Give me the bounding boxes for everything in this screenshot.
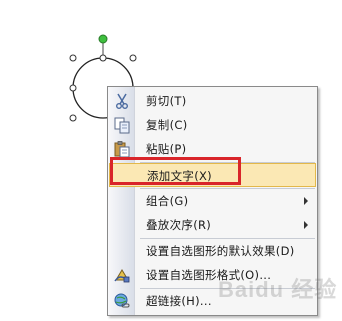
submenu-arrow-icon [304, 221, 308, 229]
menu-item-label: 设置自选图形的默认效果(D) [146, 244, 295, 258]
menu-item-label: 超链接(H)... [146, 294, 212, 308]
paste-icon [113, 140, 131, 158]
rotation-handle[interactable] [98, 34, 108, 44]
menu-item-set-default-effect[interactable]: 设置自选图形的默认效果(D) [109, 239, 316, 263]
format-shape-icon [113, 266, 131, 284]
menu-item-copy[interactable]: 复制(C) [109, 113, 316, 137]
menu-item-label: 复制(C) [146, 118, 188, 132]
hyperlink-icon [113, 292, 131, 310]
resize-handle-bottom-left[interactable] [69, 114, 77, 122]
resize-handle-top[interactable] [99, 54, 107, 62]
menu-item-label: 组合(G) [146, 194, 189, 208]
menu-item-group[interactable]: 组合(G) [109, 189, 316, 213]
submenu-arrow-icon [304, 197, 308, 205]
menu-item-label: 剪切(T) [146, 94, 187, 108]
menu-item-order[interactable]: 叠放次序(R) [109, 213, 316, 237]
menu-item-label: 叠放次序(R) [146, 218, 212, 232]
copy-icon [113, 116, 131, 134]
scissors-icon [113, 92, 131, 110]
menu-item-label: 粘贴(P) [146, 142, 187, 156]
resize-handle-top-left[interactable] [69, 54, 77, 62]
watermark-logo: Baidu 经验 [218, 277, 338, 302]
resize-handle-left[interactable] [69, 84, 77, 92]
menu-item-cut[interactable]: 剪切(T) [109, 89, 316, 113]
canvas: 剪切(T) 复制(C) 粘贴(P) 添加文字(X) 组合(G) 叠放次序(R) … [0, 0, 342, 321]
annotation-highlight-box [110, 157, 241, 185]
resize-handle-top-right[interactable] [129, 54, 137, 62]
